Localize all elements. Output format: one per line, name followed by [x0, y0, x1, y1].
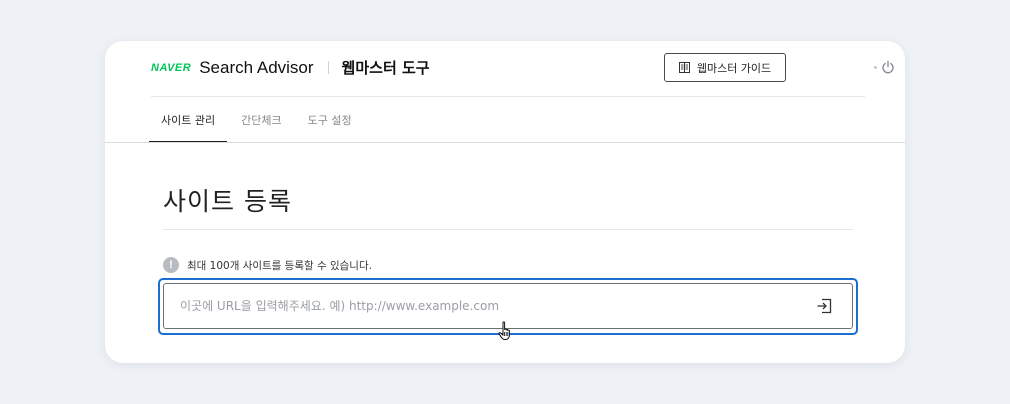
tabs-divider	[105, 142, 905, 143]
hand-cursor-icon	[498, 321, 510, 340]
page-title: 사이트 등록	[163, 187, 292, 216]
main-card: NAVER Search Advisor 웹마스터 도구 웹마스터 가이드 사이…	[105, 41, 905, 363]
book-icon	[678, 62, 690, 73]
guide-button-label: 웹마스터 가이드	[696, 61, 772, 75]
tab-quick-check[interactable]: 간단체크	[229, 97, 293, 143]
app-subtitle: 웹마스터 도구	[341, 59, 430, 77]
notice-text: 최대 100개 사이트를 등록할 수 있습니다.	[187, 259, 372, 272]
app-title: Search Advisor	[199, 57, 314, 77]
tab-bar: 사이트 관리 간단체크 도구 설정	[149, 97, 366, 143]
power-icon[interactable]	[881, 60, 895, 74]
tab-tool-settings[interactable]: 도구 설정	[296, 97, 364, 143]
brand-divider	[327, 61, 329, 74]
separator-dot	[874, 66, 877, 69]
header: NAVER Search Advisor 웹마스터 도구 웹마스터 가이드	[151, 41, 894, 97]
webmaster-guide-button[interactable]: 웹마스터 가이드	[664, 53, 786, 82]
title-divider	[163, 229, 853, 230]
brand[interactable]: NAVER Search Advisor 웹마스터 도구	[151, 57, 430, 78]
naver-logo: NAVER	[151, 61, 192, 74]
tab-site-management[interactable]: 사이트 관리	[149, 97, 228, 143]
notice: ! 최대 100개 사이트를 등록할 수 있습니다.	[163, 257, 372, 273]
info-icon: !	[163, 257, 179, 273]
login-arrow-icon[interactable]	[816, 298, 832, 314]
url-input[interactable]	[164, 284, 804, 328]
